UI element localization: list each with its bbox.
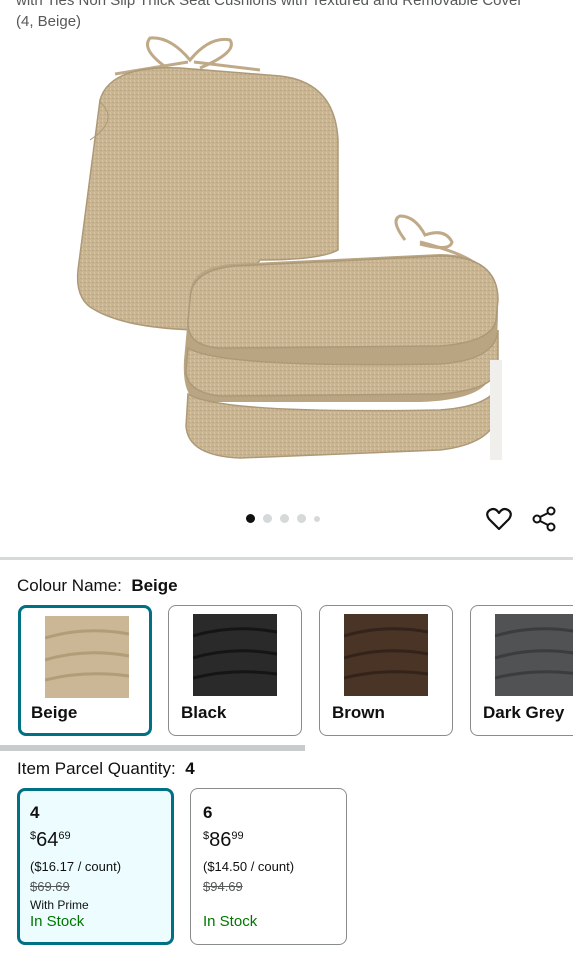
- carousel-dot-2[interactable]: [263, 514, 272, 523]
- quantity-option-4[interactable]: 4 $6469 ($16.17 / count) $69.69 With Pri…: [17, 788, 174, 945]
- share-icon: [532, 506, 556, 532]
- swatch-black-label: Black: [181, 703, 227, 722]
- swatch-beige-label: Beige: [31, 703, 78, 722]
- swatch-beige-image: [45, 616, 129, 698]
- quantity-option-list-price: $69.69: [30, 879, 70, 894]
- quantity-option-price: $6469: [30, 829, 71, 852]
- swatch-brown[interactable]: Brown: [319, 605, 453, 736]
- carousel-dot-4[interactable]: [297, 514, 306, 523]
- swatch-black[interactable]: Black: [168, 605, 302, 736]
- prime-label: With Prime: [30, 898, 89, 912]
- quantity-option-list-price: $94.69: [203, 879, 243, 894]
- swatch-scrollbar[interactable]: [0, 745, 305, 751]
- colour-selected-value: Beige: [131, 576, 178, 595]
- colour-swatch-list: Beige Black Brown Dark Grey: [18, 605, 573, 737]
- quantity-option-count: 4: [30, 803, 40, 822]
- section-divider: [0, 557, 573, 560]
- heart-icon: [486, 507, 512, 531]
- swatch-black-image: [193, 614, 277, 696]
- quantity-option-unit-price: ($16.17 / count): [30, 859, 122, 874]
- product-title: with Ties Non Slip Thick Seat Cushions w…: [16, 0, 561, 32]
- colour-label: Colour Name: Beige: [17, 576, 178, 596]
- swatch-brown-label: Brown: [332, 703, 385, 722]
- quantity-option-unit-price: ($14.50 / count): [203, 859, 295, 874]
- price-whole: 86: [209, 829, 232, 851]
- swatch-dark-grey-image: [495, 614, 573, 696]
- stock-status: In Stock: [203, 913, 258, 930]
- price-fraction: 69: [58, 830, 71, 842]
- product-image[interactable]: [60, 30, 510, 480]
- product-title-line1: with Ties Non Slip Thick Seat Cushions w…: [16, 0, 523, 9]
- colour-label-text: Colour Name:: [17, 576, 122, 595]
- product-title-line2: (4, Beige): [16, 13, 82, 30]
- stock-status: In Stock: [30, 913, 85, 930]
- carousel-dot-1[interactable]: [246, 514, 255, 523]
- quantity-label: Item Parcel Quantity: 4: [17, 759, 195, 779]
- swatch-beige[interactable]: Beige: [18, 605, 152, 736]
- share-button[interactable]: [530, 505, 558, 533]
- quantity-option-count: 6: [203, 803, 213, 822]
- carousel-dot-5[interactable]: [314, 515, 320, 522]
- swatch-dark-grey-label: Dark Grey: [483, 703, 565, 722]
- quantity-selected-value: 4: [185, 759, 195, 778]
- wishlist-button[interactable]: [485, 505, 513, 533]
- price-fraction: 99: [231, 830, 244, 842]
- quantity-option-price: $8699: [203, 829, 244, 852]
- price-whole: 64: [36, 829, 59, 851]
- swatch-dark-grey[interactable]: Dark Grey: [470, 605, 573, 736]
- quantity-option-6[interactable]: 6 $8699 ($14.50 / count) $94.69 In Stock: [190, 788, 347, 945]
- quantity-label-text: Item Parcel Quantity:: [17, 759, 176, 778]
- swatch-brown-image: [344, 614, 428, 696]
- carousel-dot-3[interactable]: [280, 514, 289, 523]
- carousel-dots[interactable]: [246, 514, 320, 523]
